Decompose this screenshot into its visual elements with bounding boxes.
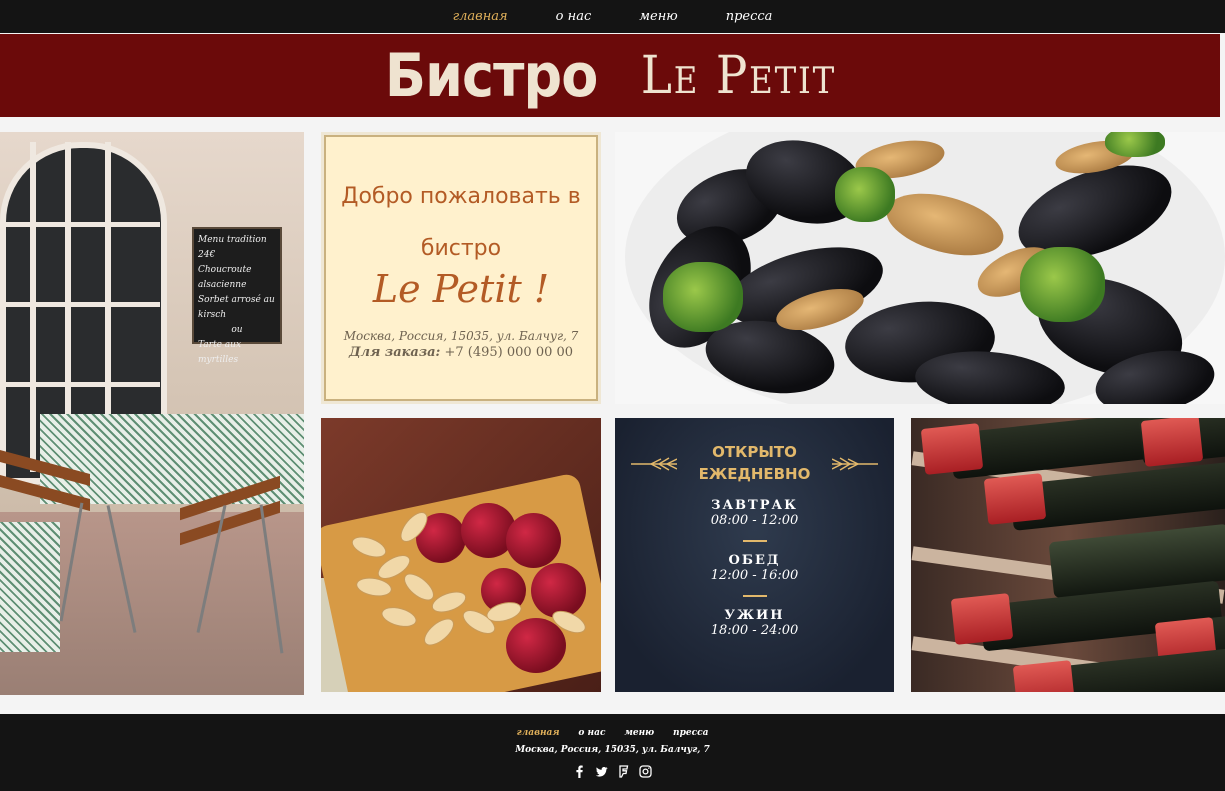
divider <box>742 540 767 542</box>
order-line: Для заказа: +7 (495) 000 00 00 <box>326 345 596 360</box>
welcome-heading: Добро пожаловать в <box>341 184 581 209</box>
header-banner: Бистро Le Petit <box>0 34 1220 117</box>
order-label: Для заказа: <box>348 345 441 360</box>
chalkboard-line: Menu tradition 24€ <box>198 235 267 260</box>
cafe-terrace-photo: Menu tradition 24€ Choucroute alsacienne… <box>0 132 304 695</box>
footer-nav-menu[interactable]: меню <box>624 728 654 738</box>
footer-nav-about[interactable]: о нас <box>578 728 605 738</box>
nav-item-about[interactable]: о нас <box>556 9 592 24</box>
mussels-photo <box>615 132 1225 404</box>
top-nav: главная о нас меню пресса <box>0 0 1225 33</box>
instagram-icon[interactable] <box>639 763 652 778</box>
brand-name-primary: Бистро <box>385 40 599 111</box>
footer: главная о нас меню пресса Москва, Россия… <box>0 714 1225 791</box>
welcome-address: Москва, Россия, 15035, ул. Балчуг, 7 <box>343 329 579 343</box>
chalkboard-line: Choucroute alsacienne <box>198 265 252 290</box>
meal-name-breakfast: ЗАВТРАК <box>711 498 798 513</box>
chalkboard-line: Tarte aux myrtilles <box>198 340 242 365</box>
nav-item-home[interactable]: главная <box>453 9 508 24</box>
facebook-icon[interactable] <box>573 763 586 778</box>
order-phone[interactable]: +7 (495) 000 00 00 <box>445 345 574 360</box>
chalkboard-menu: Menu tradition 24€ Choucroute alsacienne… <box>192 227 282 365</box>
wine-rack-photo <box>911 418 1225 692</box>
footer-nav-home[interactable]: главная <box>517 728 560 738</box>
wheat-ornament-left-icon <box>631 457 677 471</box>
opening-hours-card: ОТКРЫТО ЕЖЕДНЕВНО ЗАВТРАК 08:00 - 12:00 … <box>615 418 894 692</box>
meal-time-lunch: 12:00 - 16:00 <box>710 568 799 583</box>
social-links <box>0 763 1225 778</box>
meal-name-lunch: ОБЕД <box>728 553 781 568</box>
footer-nav-press[interactable]: пресса <box>673 728 708 738</box>
chalkboard-line: ou <box>231 325 243 335</box>
berry-tart-photo <box>321 418 601 692</box>
welcome-heading-bistro: бистро <box>420 236 502 261</box>
chalkboard-line: Sorbet arrosé au kirsch <box>198 295 275 320</box>
nav-item-menu[interactable]: меню <box>639 9 677 24</box>
meal-time-dinner: 18:00 - 24:00 <box>710 623 799 638</box>
welcome-brand-script: Le Petit ! <box>372 267 550 311</box>
brand-name-secondary: Le Petit <box>640 45 836 106</box>
foursquare-icon[interactable] <box>617 763 630 778</box>
welcome-card: Добро пожаловать в бистро Le Petit ! Мос… <box>321 132 601 404</box>
meal-name-dinner: УЖИН <box>724 608 785 623</box>
wheat-ornament-right-icon <box>832 457 878 471</box>
divider <box>742 595 767 597</box>
footer-address: Москва, Россия, 15035, ул. Балчуг, 7 <box>515 745 710 755</box>
nav-item-press[interactable]: пресса <box>726 9 773 24</box>
footer-nav: главная о нас меню пресса <box>0 728 1225 738</box>
twitter-icon[interactable] <box>595 763 608 777</box>
meal-time-breakfast: 08:00 - 12:00 <box>710 513 799 528</box>
